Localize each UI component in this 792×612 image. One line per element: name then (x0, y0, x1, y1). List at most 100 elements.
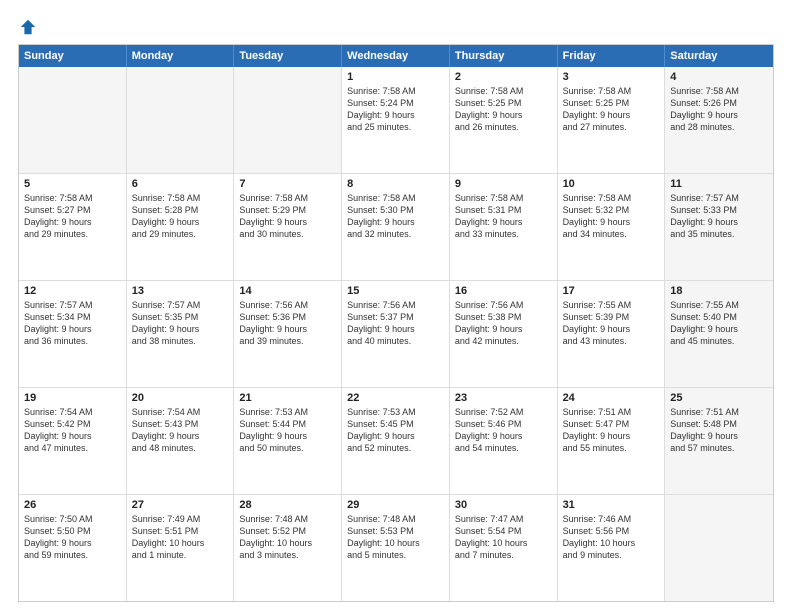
calendar-cell-3-6: 17 Sunrise: 7:55 AM Sunset: 5:39 PM Dayli… (558, 281, 666, 387)
calendar-row-3: 12Sunrise: 7:57 AM Sunset: 5:34 PM Dayli… (19, 281, 773, 388)
day-number: 28 (239, 499, 336, 511)
cell-info: Sunrise: 7:58 AM Sunset: 5:27 PM Dayligh… (24, 192, 121, 241)
calendar-row-4: 19Sunrise: 7:54 AM Sunset: 5:42 PM Dayli… (19, 388, 773, 495)
cell-info: Sunrise: 7:58 AM Sunset: 5:30 PM Dayligh… (347, 192, 444, 241)
cell-info: Sunrise: 7:58 AM Sunset: 5:25 PM Dayligh… (455, 85, 552, 134)
day-number: 21 (239, 392, 336, 404)
weekday-header-thursday: Thursday (450, 45, 558, 67)
calendar-row-1: 1 Sunrise: 7:58 AM Sunset: 5:24 PM Daylig… (19, 67, 773, 174)
calendar-cell-4-3: 21 Sunrise: 7:53 AM Sunset: 5:44 PM Dayli… (234, 388, 342, 494)
day-number: 25 (670, 392, 768, 404)
calendar-cell-2-4: 8Sunrise: 7:58 AM Sunset: 5:30 PM Daylig… (342, 174, 450, 280)
cell-info: Sunrise: 7:58 AM Sunset: 5:25 PM Dayligh… (563, 85, 660, 134)
calendar-cell-4-5: 23 Sunrise: 7:52 AM Sunset: 5:46 PM Dayli… (450, 388, 558, 494)
day-number: 11 (670, 178, 768, 190)
cell-info: Sunrise: 7:58 AM Sunset: 5:29 PM Dayligh… (239, 192, 336, 241)
header (18, 18, 774, 36)
calendar: SundayMondayTuesdayWednesdayThursdayFrid… (18, 44, 774, 602)
calendar-cell-5-7 (665, 495, 773, 601)
calendar-cell-2-5: 9Sunrise: 7:58 AM Sunset: 5:31 PM Daylig… (450, 174, 558, 280)
calendar-cell-4-1: 19Sunrise: 7:54 AM Sunset: 5:42 PM Dayli… (19, 388, 127, 494)
cell-info: Sunrise: 7:50 AM Sunset: 5:50 PM Dayligh… (24, 513, 121, 562)
calendar-cell-3-7: 18 Sunrise: 7:55 AM Sunset: 5:40 PM Dayli… (665, 281, 773, 387)
day-number: 16 (455, 285, 552, 297)
cell-info: Sunrise: 7:57 AM Sunset: 5:35 PM Dayligh… (132, 299, 229, 348)
cell-info: Sunrise: 7:48 AM Sunset: 5:52 PM Dayligh… (239, 513, 336, 562)
weekday-header-monday: Monday (127, 45, 235, 67)
cell-info: Sunrise: 7:56 AM Sunset: 5:38 PM Dayligh… (455, 299, 552, 348)
calendar-cell-5-2: 27 Sunrise: 7:49 AM Sunset: 5:51 PM Dayli… (127, 495, 235, 601)
cell-info: Sunrise: 7:52 AM Sunset: 5:46 PM Dayligh… (455, 406, 552, 455)
cell-info: Sunrise: 7:53 AM Sunset: 5:45 PM Dayligh… (347, 406, 444, 455)
cell-info: Sunrise: 7:51 AM Sunset: 5:48 PM Dayligh… (670, 406, 768, 455)
calendar-cell-1-5: 2Sunrise: 7:58 AM Sunset: 5:25 PM Daylig… (450, 67, 558, 173)
calendar-cell-1-3 (234, 67, 342, 173)
day-number: 29 (347, 499, 444, 511)
cell-info: Sunrise: 7:47 AM Sunset: 5:54 PM Dayligh… (455, 513, 552, 562)
day-number: 14 (239, 285, 336, 297)
day-number: 24 (563, 392, 660, 404)
cell-info: Sunrise: 7:46 AM Sunset: 5:56 PM Dayligh… (563, 513, 660, 562)
calendar-cell-2-7: 11Sunrise: 7:57 AM Sunset: 5:33 PM Dayli… (665, 174, 773, 280)
cell-info: Sunrise: 7:58 AM Sunset: 5:28 PM Dayligh… (132, 192, 229, 241)
weekday-header-wednesday: Wednesday (342, 45, 450, 67)
day-number: 26 (24, 499, 121, 511)
calendar-cell-5-6: 31Sunrise: 7:46 AM Sunset: 5:56 PM Dayli… (558, 495, 666, 601)
calendar-cell-1-2 (127, 67, 235, 173)
day-number: 12 (24, 285, 121, 297)
cell-info: Sunrise: 7:58 AM Sunset: 5:24 PM Dayligh… (347, 85, 444, 134)
cell-info: Sunrise: 7:58 AM Sunset: 5:26 PM Dayligh… (670, 85, 768, 134)
day-number: 30 (455, 499, 552, 511)
cell-info: Sunrise: 7:55 AM Sunset: 5:40 PM Dayligh… (670, 299, 768, 348)
day-number: 1 (347, 71, 444, 83)
day-number: 13 (132, 285, 229, 297)
calendar-cell-5-4: 29 Sunrise: 7:48 AM Sunset: 5:53 PM Dayli… (342, 495, 450, 601)
logo-text (18, 18, 38, 36)
calendar-cell-3-3: 14 Sunrise: 7:56 AM Sunset: 5:36 PM Dayli… (234, 281, 342, 387)
calendar-cell-4-7: 25 Sunrise: 7:51 AM Sunset: 5:48 PM Dayli… (665, 388, 773, 494)
calendar-row-5: 26 Sunrise: 7:50 AM Sunset: 5:50 PM Dayli… (19, 495, 773, 601)
cell-info: Sunrise: 7:53 AM Sunset: 5:44 PM Dayligh… (239, 406, 336, 455)
day-number: 5 (24, 178, 121, 190)
page: SundayMondayTuesdayWednesdayThursdayFrid… (0, 0, 792, 612)
calendar-cell-1-6: 3 Sunrise: 7:58 AM Sunset: 5:25 PM Daylig… (558, 67, 666, 173)
day-number: 27 (132, 499, 229, 511)
day-number: 15 (347, 285, 444, 297)
day-number: 20 (132, 392, 229, 404)
cell-info: Sunrise: 7:55 AM Sunset: 5:39 PM Dayligh… (563, 299, 660, 348)
day-number: 4 (670, 71, 768, 83)
calendar-cell-2-2: 6 Sunrise: 7:58 AM Sunset: 5:28 PM Daylig… (127, 174, 235, 280)
calendar-header: SundayMondayTuesdayWednesdayThursdayFrid… (19, 45, 773, 67)
day-number: 3 (563, 71, 660, 83)
calendar-cell-2-6: 10 Sunrise: 7:58 AM Sunset: 5:32 PM Dayli… (558, 174, 666, 280)
calendar-cell-2-1: 5 Sunrise: 7:58 AM Sunset: 5:27 PM Daylig… (19, 174, 127, 280)
logo-icon (19, 18, 37, 36)
calendar-cell-4-4: 22 Sunrise: 7:53 AM Sunset: 5:45 PM Dayli… (342, 388, 450, 494)
calendar-cell-3-2: 13 Sunrise: 7:57 AM Sunset: 5:35 PM Dayli… (127, 281, 235, 387)
day-number: 6 (132, 178, 229, 190)
cell-info: Sunrise: 7:54 AM Sunset: 5:43 PM Dayligh… (132, 406, 229, 455)
calendar-row-2: 5 Sunrise: 7:58 AM Sunset: 5:27 PM Daylig… (19, 174, 773, 281)
logo (18, 18, 38, 36)
calendar-cell-4-2: 20 Sunrise: 7:54 AM Sunset: 5:43 PM Dayli… (127, 388, 235, 494)
day-number: 19 (24, 392, 121, 404)
cell-info: Sunrise: 7:48 AM Sunset: 5:53 PM Dayligh… (347, 513, 444, 562)
day-number: 23 (455, 392, 552, 404)
calendar-cell-5-3: 28 Sunrise: 7:48 AM Sunset: 5:52 PM Dayli… (234, 495, 342, 601)
cell-info: Sunrise: 7:58 AM Sunset: 5:31 PM Dayligh… (455, 192, 552, 241)
day-number: 10 (563, 178, 660, 190)
calendar-cell-1-4: 1 Sunrise: 7:58 AM Sunset: 5:24 PM Daylig… (342, 67, 450, 173)
cell-info: Sunrise: 7:58 AM Sunset: 5:32 PM Dayligh… (563, 192, 660, 241)
cell-info: Sunrise: 7:56 AM Sunset: 5:36 PM Dayligh… (239, 299, 336, 348)
day-number: 22 (347, 392, 444, 404)
day-number: 18 (670, 285, 768, 297)
calendar-cell-5-1: 26 Sunrise: 7:50 AM Sunset: 5:50 PM Dayli… (19, 495, 127, 601)
calendar-cell-1-7: 4 Sunrise: 7:58 AM Sunset: 5:26 PM Daylig… (665, 67, 773, 173)
day-number: 17 (563, 285, 660, 297)
weekday-header-saturday: Saturday (665, 45, 773, 67)
calendar-cell-5-5: 30 Sunrise: 7:47 AM Sunset: 5:54 PM Dayli… (450, 495, 558, 601)
calendar-cell-4-6: 24 Sunrise: 7:51 AM Sunset: 5:47 PM Dayli… (558, 388, 666, 494)
calendar-cell-1-1 (19, 67, 127, 173)
cell-info: Sunrise: 7:51 AM Sunset: 5:47 PM Dayligh… (563, 406, 660, 455)
cell-info: Sunrise: 7:49 AM Sunset: 5:51 PM Dayligh… (132, 513, 229, 562)
